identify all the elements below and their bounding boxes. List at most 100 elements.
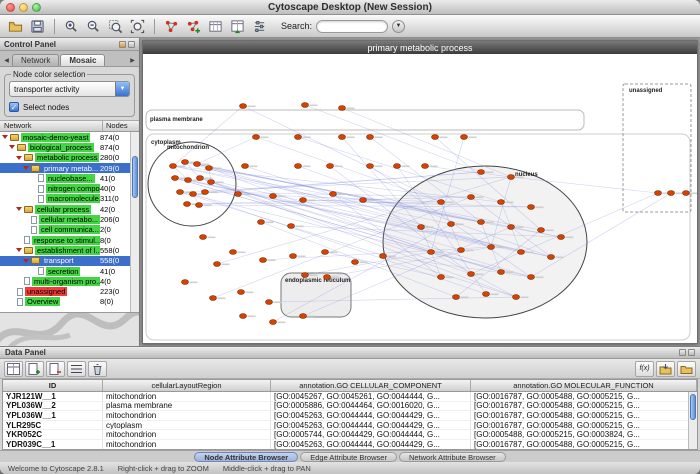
network-node[interactable] bbox=[196, 203, 203, 208]
expander-icon[interactable] bbox=[16, 205, 23, 213]
network-node[interactable] bbox=[290, 254, 297, 259]
close-panel-icon[interactable] bbox=[128, 41, 135, 48]
network-node[interactable] bbox=[327, 164, 334, 169]
close-panel-icon[interactable] bbox=[688, 349, 695, 356]
network-node[interactable] bbox=[200, 235, 207, 240]
network-node[interactable] bbox=[270, 320, 277, 325]
float-panel-icon[interactable] bbox=[679, 349, 686, 356]
table-row[interactable]: YDR039C__1mitochondrion[GO:0045263, GO:0… bbox=[3, 440, 697, 450]
network-node[interactable] bbox=[478, 170, 485, 175]
network-node[interactable] bbox=[300, 314, 307, 319]
tab-mosaic[interactable]: Mosaic bbox=[60, 54, 105, 66]
network-node[interactable] bbox=[438, 275, 445, 280]
network-node[interactable] bbox=[238, 290, 245, 295]
open-folder-icon[interactable] bbox=[677, 361, 696, 377]
zoom-selected-icon[interactable] bbox=[105, 17, 126, 36]
close-window-icon[interactable] bbox=[6, 3, 15, 12]
network-node[interactable] bbox=[324, 275, 331, 280]
network-node[interactable] bbox=[194, 162, 201, 167]
expander-icon[interactable] bbox=[16, 246, 23, 254]
network-node[interactable] bbox=[235, 192, 242, 197]
network-node[interactable] bbox=[202, 190, 209, 195]
tab-network[interactable]: Network bbox=[12, 54, 59, 66]
tree-scrollbar[interactable] bbox=[130, 132, 139, 312]
tree-row[interactable]: multi-organism pro...4(0 bbox=[0, 276, 130, 286]
network-node[interactable] bbox=[185, 178, 192, 183]
tree-row[interactable]: cellular metabo...206(0 bbox=[0, 214, 130, 224]
network-node[interactable] bbox=[478, 220, 485, 225]
network-node[interactable] bbox=[214, 262, 221, 267]
network-node[interactable] bbox=[258, 220, 265, 225]
zoom-out-icon[interactable] bbox=[83, 17, 104, 36]
network-node[interactable] bbox=[240, 104, 247, 109]
network-node[interactable] bbox=[513, 295, 520, 300]
zoom-fit-icon[interactable] bbox=[127, 17, 148, 36]
delete-attribute-icon[interactable] bbox=[46, 361, 65, 377]
preferences-icon[interactable] bbox=[249, 17, 270, 36]
tab-node-attribute-browser[interactable]: Node Attribute Browser bbox=[194, 452, 298, 462]
network-node[interactable] bbox=[468, 195, 475, 200]
network-node[interactable] bbox=[367, 164, 374, 169]
float-panel-icon[interactable] bbox=[119, 41, 126, 48]
network-node[interactable] bbox=[468, 272, 475, 277]
network-node[interactable] bbox=[548, 255, 555, 260]
network-node[interactable] bbox=[242, 164, 249, 169]
network-node[interactable] bbox=[418, 225, 425, 230]
network-node[interactable] bbox=[270, 194, 277, 199]
network-node[interactable] bbox=[240, 314, 247, 319]
save-session-icon[interactable] bbox=[27, 17, 48, 36]
tree-row[interactable]: primary metab...209(0 bbox=[0, 163, 130, 173]
expander-icon[interactable] bbox=[2, 133, 9, 141]
import-table-icon[interactable] bbox=[227, 17, 248, 36]
attribute-list-icon[interactable] bbox=[67, 361, 86, 377]
tree-header-network[interactable]: Network bbox=[0, 121, 103, 131]
tree-row[interactable]: metabolic process280(0 bbox=[0, 153, 130, 163]
network-node[interactable] bbox=[461, 135, 468, 140]
network-node[interactable] bbox=[483, 292, 490, 297]
tree-row[interactable]: response to stimul...8(0 bbox=[0, 235, 130, 245]
column-header[interactable]: annotation.GO MOLECULAR_FUNCTION bbox=[471, 380, 697, 391]
tree-row[interactable]: establishment of l...558(0 bbox=[0, 245, 130, 255]
create-attribute-icon[interactable] bbox=[25, 361, 44, 377]
tree-row[interactable]: macromolecule...311(0 bbox=[0, 194, 130, 204]
table-scrollbar[interactable] bbox=[688, 392, 697, 449]
network-node[interactable] bbox=[295, 164, 302, 169]
network-node[interactable] bbox=[172, 176, 179, 181]
tree-row[interactable]: Overview8(0) bbox=[0, 297, 130, 307]
tree-scrollbar-thumb[interactable] bbox=[132, 156, 138, 198]
network-node[interactable] bbox=[528, 205, 535, 210]
tree-header-nodes[interactable]: Nodes bbox=[103, 121, 139, 131]
table-row[interactable]: YLR295Ccytoplasm[GO:0045263, GO:0044444,… bbox=[3, 421, 697, 431]
destroy-view-icon[interactable] bbox=[161, 17, 182, 36]
network-node[interactable] bbox=[558, 235, 565, 240]
tree-row[interactable]: biological_process874(0 bbox=[0, 142, 130, 152]
tab-scroll-right-icon[interactable]: ▶ bbox=[128, 54, 137, 66]
network-node[interactable] bbox=[210, 296, 217, 301]
table-row[interactable]: YKR052Cmitochondrion[GO:0005744, GO:0044… bbox=[3, 430, 697, 440]
zoom-window-icon[interactable] bbox=[32, 3, 41, 12]
open-session-icon[interactable] bbox=[5, 17, 26, 36]
network-node[interactable] bbox=[288, 224, 295, 229]
network-node[interactable] bbox=[266, 300, 273, 305]
expander-icon[interactable] bbox=[16, 154, 23, 162]
network-node[interactable] bbox=[432, 135, 439, 140]
network-node[interactable] bbox=[339, 135, 346, 140]
column-header[interactable]: annotation.GO CELLULAR_COMPONENT bbox=[271, 380, 471, 391]
network-node[interactable] bbox=[528, 275, 535, 280]
tree-row[interactable]: nitrogen compo...40(0 bbox=[0, 183, 130, 193]
network-node[interactable] bbox=[360, 198, 367, 203]
network-node[interactable] bbox=[182, 280, 189, 285]
zoom-in-icon[interactable] bbox=[61, 17, 82, 36]
network-node[interactable] bbox=[330, 192, 337, 197]
network-node[interactable] bbox=[655, 191, 662, 196]
tree-row[interactable]: cell communica...2(0 bbox=[0, 225, 130, 235]
network-node[interactable] bbox=[498, 270, 505, 275]
search-options-icon[interactable]: ▼ bbox=[392, 20, 405, 33]
network-node[interactable] bbox=[208, 180, 215, 185]
network-node[interactable] bbox=[538, 228, 545, 233]
network-node[interactable] bbox=[453, 295, 460, 300]
tree-row[interactable]: secretion41(0 bbox=[0, 266, 130, 276]
column-header[interactable]: ID bbox=[3, 380, 103, 391]
import-network-icon[interactable] bbox=[205, 17, 226, 36]
network-node[interactable] bbox=[253, 135, 260, 140]
